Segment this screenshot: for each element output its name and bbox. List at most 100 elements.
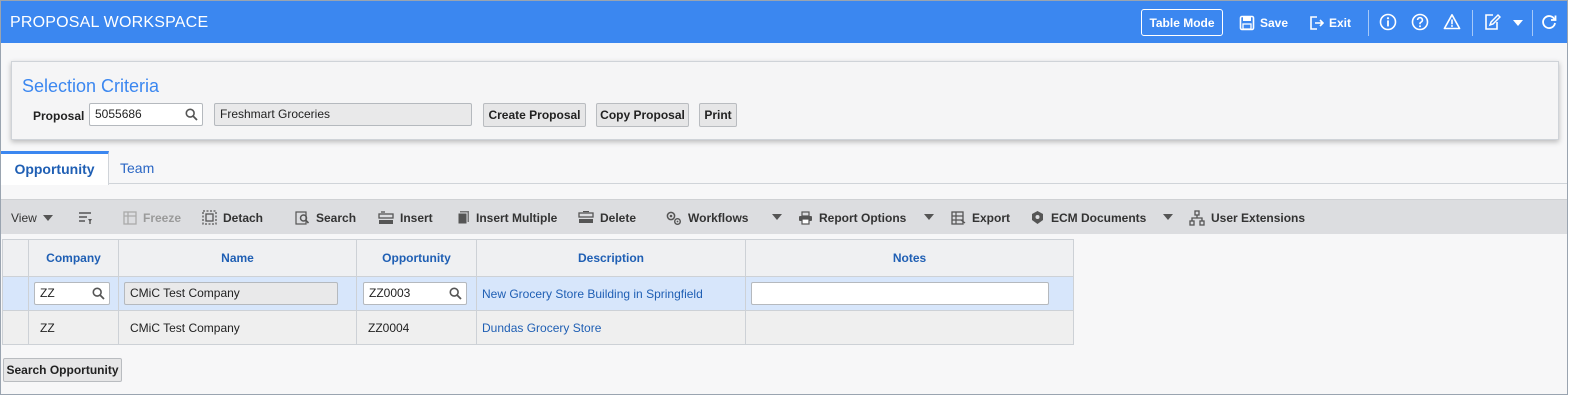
row-selector-header: [2, 239, 29, 277]
insert-multiple-icon: [457, 211, 469, 225]
proposal-name-value: Freshmart Groceries: [220, 107, 331, 121]
exit-icon: [1310, 15, 1324, 30]
column-header-notes[interactable]: Notes: [745, 239, 1074, 277]
chevron-down-icon[interactable]: [1513, 20, 1523, 26]
report-options-label: Report Options: [819, 210, 907, 225]
column-settings-button[interactable]: [78, 200, 100, 235]
delete-button[interactable]: Delete: [578, 200, 636, 235]
column-header-opportunity[interactable]: Opportunity: [356, 239, 477, 277]
app-frame: PROPOSAL WORKSPACE Table Mode Save Exit …: [0, 0, 1568, 395]
insert-row-icon: [378, 210, 394, 224]
page-title: PROPOSAL WORKSPACE: [10, 14, 209, 31]
search-icon[interactable]: [185, 108, 198, 121]
tab-bar: Opportunity Team: [1, 151, 1567, 185]
print-button[interactable]: Print: [699, 103, 737, 127]
search-opportunity-button[interactable]: Search Opportunity: [3, 358, 122, 382]
freeze-button[interactable]: Freeze: [123, 200, 181, 235]
detach-button[interactable]: Detach: [202, 200, 263, 235]
copy-proposal-button[interactable]: Copy Proposal: [596, 103, 689, 127]
opportunity-value: ZZ0003: [369, 286, 411, 300]
exit-button[interactable]: Exit: [1308, 9, 1351, 36]
proposal-value: 5055686: [95, 107, 142, 121]
opportunity-value: ZZ0004: [368, 321, 410, 335]
workflows-button[interactable]: Workflows: [665, 200, 748, 235]
search-label: Search: [316, 210, 357, 225]
notes-input[interactable]: [751, 282, 1049, 305]
table-row[interactable]: ZZ CMiC Test Company ZZ0004 Dundas Groce…: [2, 310, 1074, 345]
workflows-label: Workflows: [688, 210, 749, 225]
insert-button[interactable]: Insert: [378, 200, 433, 235]
name-field: CMiC Test Company: [124, 282, 338, 305]
search-icon[interactable]: [449, 287, 462, 300]
detach-label: Detach: [223, 210, 264, 225]
report-options-button[interactable]: Report Options: [798, 200, 906, 235]
workflows-icon: [666, 211, 681, 225]
grid-toolbar: View Freeze Detach Search Insert Insert …: [1, 199, 1567, 234]
delete-label: Delete: [600, 210, 637, 225]
info-icon[interactable]: [1379, 13, 1397, 31]
table-mode-button[interactable]: Table Mode: [1141, 9, 1223, 36]
printer-icon: [799, 210, 812, 225]
chevron-down-icon[interactable]: [924, 214, 934, 220]
view-menu[interactable]: View: [11, 200, 53, 235]
ecm-documents-button[interactable]: ECM Documents: [1030, 200, 1146, 235]
table-row[interactable]: ZZ CMiC Test Company ZZ0003 New Grocery …: [2, 276, 1074, 311]
warning-icon[interactable]: [1443, 13, 1461, 31]
freeze-icon: [123, 210, 137, 225]
header-divider: [1532, 10, 1533, 36]
chevron-down-icon[interactable]: [1163, 214, 1173, 220]
chevron-down-icon[interactable]: [772, 214, 782, 220]
opportunity-input[interactable]: ZZ0003: [363, 282, 467, 305]
header-divider: [1368, 10, 1369, 36]
view-label: View: [11, 210, 37, 225]
description-link[interactable]: Dundas Grocery Store: [482, 321, 601, 335]
help-icon[interactable]: [1411, 13, 1429, 31]
opportunity-grid: Company Name Opportunity Description Not…: [2, 239, 1074, 345]
selection-criteria-panel: Selection Criteria Proposal 5055686 Fres…: [11, 61, 1559, 140]
search-button[interactable]: Search: [295, 200, 356, 235]
delete-row-icon: [578, 210, 594, 223]
save-label: Save: [1260, 15, 1289, 30]
ecm-documents-icon: [1032, 211, 1043, 224]
company-value: ZZ: [40, 286, 55, 300]
insert-multiple-button[interactable]: Insert Multiple: [457, 200, 557, 235]
column-header-company[interactable]: Company: [28, 239, 119, 277]
export-grid-icon: [951, 210, 966, 225]
user-extensions-label: User Extensions: [1211, 210, 1306, 225]
column-header-description[interactable]: Description: [476, 239, 746, 277]
tab-opportunity[interactable]: Opportunity: [1, 151, 109, 185]
create-proposal-button[interactable]: Create Proposal: [483, 103, 586, 127]
search-icon: [295, 211, 310, 225]
description-link[interactable]: New Grocery Store Building in Springfiel…: [482, 287, 703, 301]
name-value: CMiC Test Company: [130, 321, 240, 335]
edit-icon[interactable]: [1483, 13, 1501, 31]
tab-team[interactable]: Team: [120, 151, 154, 184]
insert-multiple-label: Insert Multiple: [476, 210, 558, 225]
save-button[interactable]: Save: [1239, 9, 1288, 36]
proposal-label: Proposal: [33, 109, 85, 123]
column-header-name[interactable]: Name: [118, 239, 357, 277]
save-icon: [1239, 15, 1255, 30]
refresh-icon[interactable]: [1540, 13, 1558, 31]
proposal-input[interactable]: 5055686: [89, 103, 203, 126]
header-divider: [1472, 10, 1473, 36]
row-selector[interactable]: [2, 276, 29, 311]
user-extensions-icon: [1189, 209, 1205, 226]
proposal-name-field: Freshmart Groceries: [214, 103, 472, 126]
app-header: PROPOSAL WORKSPACE Table Mode Save Exit: [1, 1, 1567, 43]
export-button[interactable]: Export: [951, 200, 1010, 235]
row-selector[interactable]: [2, 310, 29, 345]
company-input[interactable]: ZZ: [34, 282, 110, 305]
user-extensions-button[interactable]: User Extensions: [1189, 200, 1305, 235]
selection-criteria-title: Selection Criteria: [22, 76, 160, 96]
detach-icon: [202, 210, 217, 225]
search-icon[interactable]: [92, 287, 105, 300]
export-label: Export: [972, 210, 1011, 225]
exit-label: Exit: [1329, 15, 1352, 30]
column-settings-icon: [79, 211, 92, 224]
company-value: ZZ: [40, 321, 55, 335]
freeze-label: Freeze: [143, 210, 182, 225]
insert-label: Insert: [400, 210, 433, 225]
name-value: CMiC Test Company: [130, 286, 240, 300]
chevron-down-icon: [42, 214, 53, 221]
